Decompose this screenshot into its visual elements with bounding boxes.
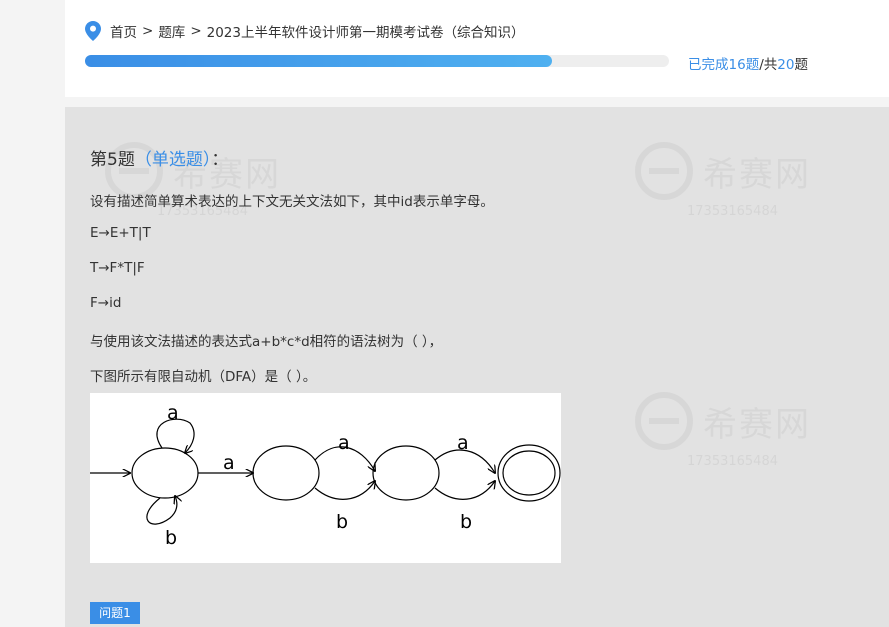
question-text-line: 下图所示有限自动机（DFA）是（ ）。 <box>90 369 317 385</box>
dfa-state-accept-outer <box>497 444 561 502</box>
breadcrumb-paper-title: 2023上半年软件设计师第一期模考试卷（综合知识） <box>206 25 525 41</box>
progress-bar-fill <box>85 55 553 67</box>
breadcrumb: 首页 > 题库 > 2023上半年软件设计师第一期模考试卷（综合知识） <box>85 21 524 41</box>
grammar-rule-line: E→E+T|T <box>90 225 151 241</box>
progress-bar <box>85 55 669 67</box>
question-panel: 希赛网 17353165484 希赛网 17353165484 希赛网 1735… <box>65 107 889 627</box>
question-number: 第5题 <box>90 150 135 170</box>
watermark-brand: 希赛网 <box>703 154 811 195</box>
top-panel: 首页 > 题库 > 2023上半年软件设计师第一期模考试卷（综合知识） 已完成1… <box>65 0 889 97</box>
dfa-state-accept-inner <box>502 450 556 496</box>
question-type: （单选题） <box>134 150 212 170</box>
dfa-diagram: a b a a b a b <box>90 393 561 563</box>
watermark-number: 17353165484 <box>687 454 778 469</box>
breadcrumb-separator: > <box>142 23 154 39</box>
dfa-label: b <box>336 511 348 533</box>
breadcrumb-bank-link[interactable]: 题库 <box>158 21 185 41</box>
progress-completed-count: 16 <box>728 57 746 73</box>
question-title-colon: ： <box>211 150 229 170</box>
watermark: 希赛网 17353165484 <box>635 392 811 469</box>
progress-total-count: 20 <box>777 57 795 73</box>
dfa-state-1 <box>252 445 320 501</box>
watermark: 希赛网 17353165484 <box>635 142 811 219</box>
watermark-number: 17353165484 <box>687 204 778 219</box>
progress-completed-label: 已完成 <box>688 57 729 73</box>
grammar-rule-line: T→F*T|F <box>90 260 145 276</box>
question-text-line: 与使用该文法描述的表达式a+b*c*d相符的语法树为（ ）， <box>90 334 443 350</box>
dfa-label: b <box>165 527 177 549</box>
dfa-label: a <box>167 402 179 424</box>
dfa-label: a <box>457 432 469 454</box>
progress-unit: 题 <box>745 57 760 73</box>
watermark-brand: 希赛网 <box>703 404 811 445</box>
left-gutter <box>0 0 65 627</box>
question-text-line: 设有描述简单算术表达的上下文无关文法如下，其中id表示单字母。 <box>90 194 494 210</box>
dfa-state-0 <box>131 447 199 499</box>
breadcrumb-separator: > <box>190 23 202 39</box>
dfa-label: a <box>223 452 235 474</box>
sub-question-tag[interactable]: 问题1 <box>90 602 140 624</box>
watermark-logo-icon <box>635 392 693 450</box>
location-pin-icon <box>85 21 101 41</box>
progress-total-label: /共 <box>759 57 778 73</box>
dfa-edge-2-3-b <box>434 481 495 500</box>
dfa-diagram-svg: a b a a b a b <box>90 402 561 549</box>
watermark-logo-icon <box>635 142 693 200</box>
dfa-state-2 <box>372 445 440 501</box>
dfa-loop-b <box>146 496 177 525</box>
progress-unit: 题 <box>794 57 808 73</box>
dfa-edge-1-2-b <box>314 481 375 500</box>
breadcrumb-home-link[interactable]: 首页 <box>110 21 137 41</box>
dfa-label: a <box>338 432 350 454</box>
progress-text: 已完成16题/共20题 <box>688 53 808 73</box>
grammar-rule-line: F→id <box>90 295 122 311</box>
question-title: 第5题（单选题）： <box>90 145 228 170</box>
dfa-label: b <box>460 511 472 533</box>
